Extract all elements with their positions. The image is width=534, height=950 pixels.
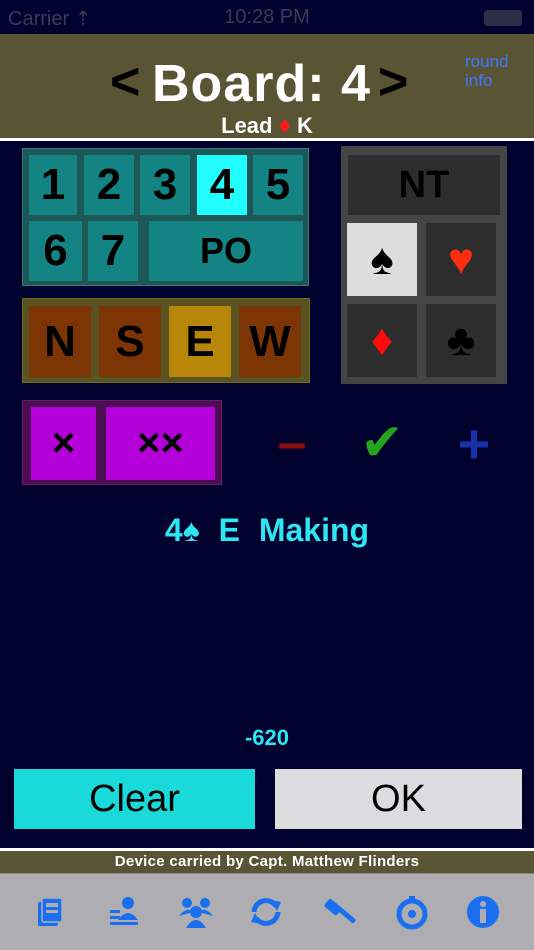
tab-teams[interactable] (178, 894, 214, 930)
spade-button[interactable]: ♠ (347, 223, 417, 296)
tab-sync[interactable] (248, 894, 284, 930)
strain-selector: NT ♠ ♥ ♦ ♣ (341, 146, 507, 384)
battery-icon (484, 10, 522, 26)
tab-bar (0, 873, 534, 950)
level-3-button[interactable]: 3 (140, 155, 190, 215)
club-icon: ♣ (446, 316, 476, 365)
level-7-button[interactable]: 7 (88, 221, 138, 281)
players-icon (110, 897, 138, 925)
level-4-button[interactable]: 4 (197, 155, 247, 215)
diamond-icon: ♦ (370, 316, 394, 365)
lead-diamond-icon: ♦ (278, 112, 291, 139)
lead-label: Lead (221, 113, 273, 138)
clock: 10:28 PM (224, 6, 310, 28)
diamond-button[interactable]: ♦ (347, 304, 417, 377)
teams-icon (179, 898, 213, 928)
status-bar: Carrier ⇡ 10:28 PM (0, 0, 534, 34)
clear-button[interactable]: Clear (14, 769, 255, 829)
level-1-button[interactable]: 1 (29, 155, 77, 215)
board-title: Board: 4 (152, 55, 371, 113)
timer-icon (396, 896, 428, 930)
seat-east-button[interactable]: E (169, 306, 231, 377)
next-board-button[interactable]: > (378, 54, 408, 110)
level-6-button[interactable]: 6 (29, 221, 82, 281)
seat-south-button[interactable]: S (99, 306, 161, 377)
previous-board-button[interactable]: < (110, 54, 140, 110)
contract-summary: 4♠ E Making (164, 512, 370, 548)
tab-timer[interactable] (394, 894, 430, 930)
score-value: -620 (244, 725, 290, 750)
opening-lead: Lead ♦ K (0, 112, 534, 140)
tab-tools[interactable] (321, 894, 357, 930)
round-info-line2: info (465, 71, 493, 90)
level-selector: 1 2 3 4 5 6 7 PO (22, 148, 309, 286)
redouble-button[interactable]: ×× (106, 407, 215, 480)
info-icon (467, 896, 499, 928)
overtricks-up-button[interactable]: + (444, 415, 504, 475)
heart-button[interactable]: ♥ (426, 223, 496, 296)
no-trump-button[interactable]: NT (348, 155, 500, 215)
tricks-down-button[interactable]: – (262, 415, 322, 475)
double-selector: × ×× (22, 400, 222, 485)
tools-icon (324, 898, 356, 923)
declarer-selector: N S E W (22, 298, 310, 383)
board-header: < Board: 4 > round info Lead ♦ K (0, 34, 534, 139)
device-owner-text: Device carried by Capt. Matthew Flinders (0, 851, 534, 873)
club-button[interactable]: ♣ (426, 304, 496, 377)
ok-button[interactable]: OK (275, 769, 522, 829)
tab-info[interactable] (465, 894, 501, 930)
tab-scorecard[interactable] (32, 894, 68, 930)
scorecard-icon (38, 897, 63, 926)
lead-card: K (296, 113, 313, 138)
heart-icon: ♥ (447, 235, 475, 284)
contract-made-button[interactable]: ✔ (352, 415, 412, 475)
tab-players[interactable] (106, 894, 142, 930)
round-info-line1: round (465, 52, 509, 71)
spade-icon: ♠ (370, 235, 394, 284)
level-2-button[interactable]: 2 (84, 155, 134, 215)
seat-north-button[interactable]: N (29, 306, 91, 377)
seat-west-button[interactable]: W (239, 306, 301, 377)
double-button[interactable]: × (31, 407, 96, 480)
sync-icon (251, 898, 281, 926)
header-divider (0, 138, 534, 141)
round-info-link[interactable]: round info (465, 52, 508, 90)
pass-out-button[interactable]: PO (149, 221, 303, 281)
level-5-button[interactable]: 5 (253, 155, 303, 215)
